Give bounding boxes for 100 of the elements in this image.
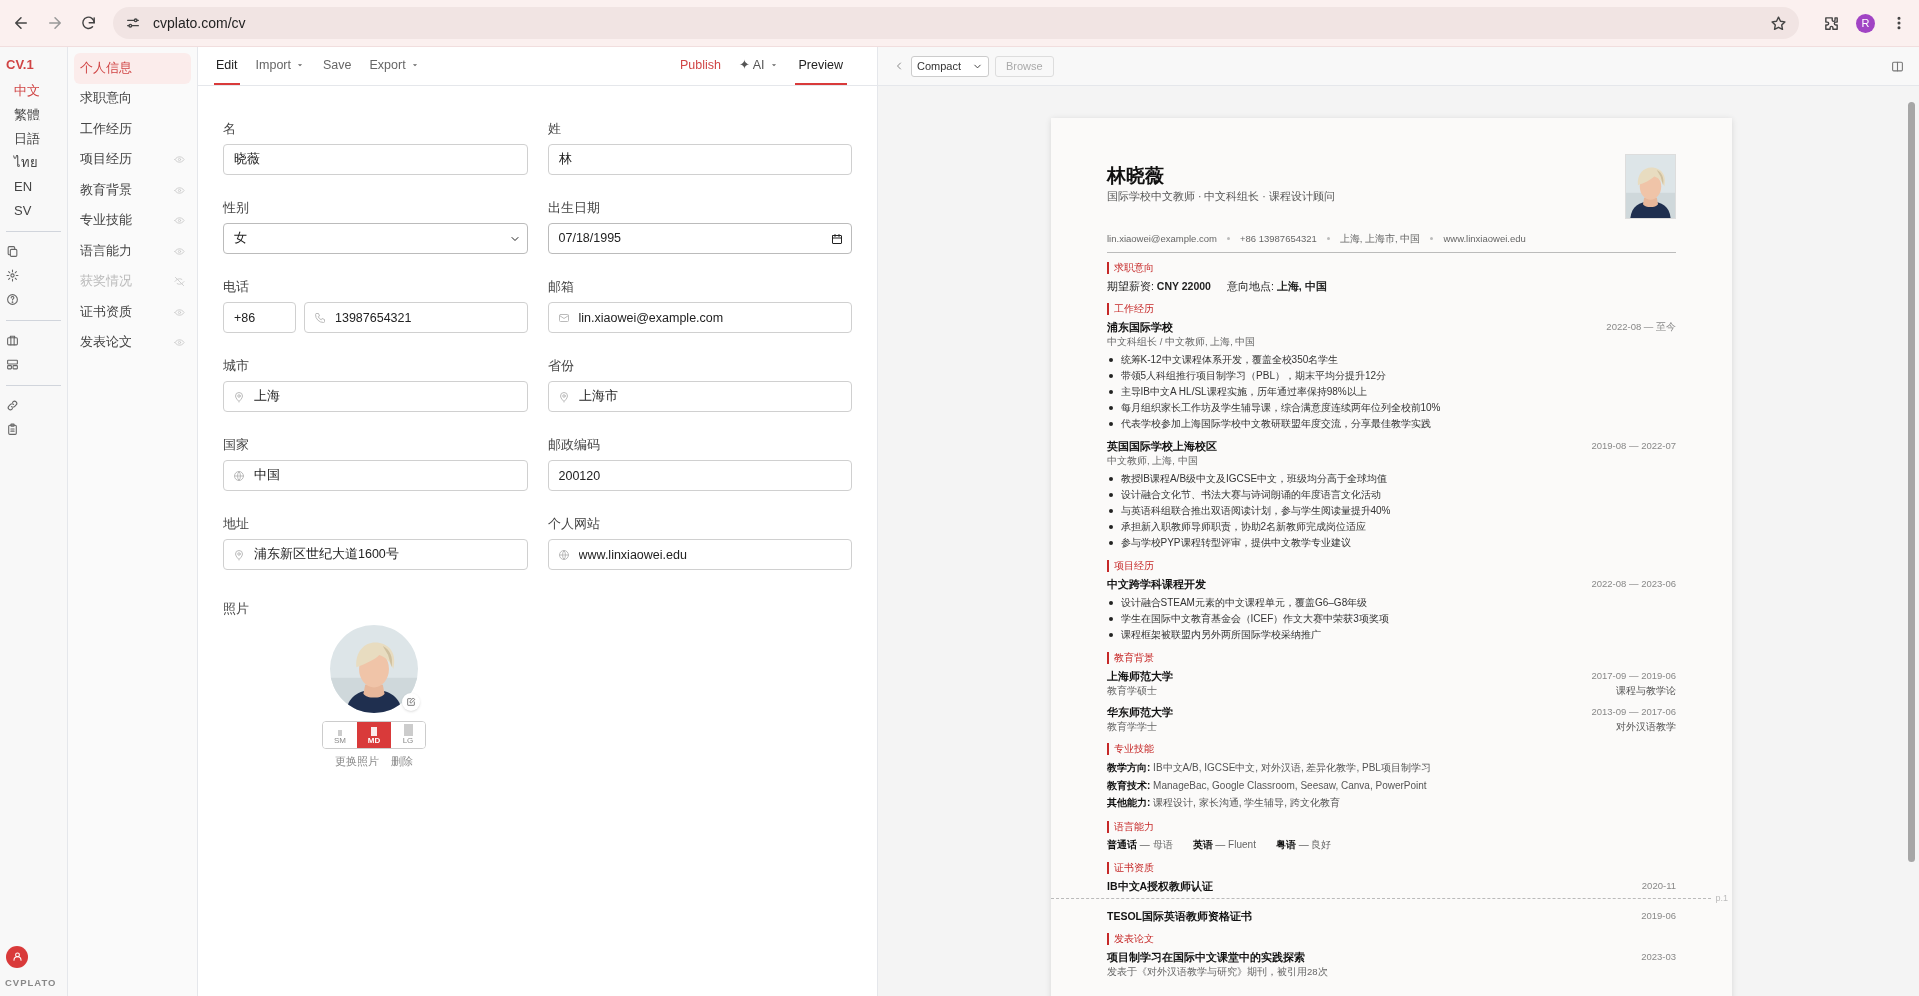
photo-size-option[interactable]: MD — [357, 721, 391, 748]
bookmark-star-icon[interactable] — [1770, 14, 1787, 32]
section-heading: 专业技能 — [1107, 743, 1676, 755]
calendar-icon[interactable] — [831, 232, 843, 245]
ai-menu-button[interactable]: ✦ AI — [736, 47, 781, 85]
section-item[interactable]: 求职意向 — [74, 83, 191, 114]
entry-note: 对外汉语教学 — [1616, 720, 1676, 734]
help-icon[interactable] — [6, 293, 19, 306]
profile-avatar[interactable]: R — [1856, 13, 1875, 33]
resume-name: 林晓薇 — [1107, 164, 1165, 188]
reload-icon[interactable] — [80, 14, 97, 32]
resume-subtitle: 国际学校中文教师 · 中文科组长 · 课程设计顾问 — [1107, 189, 1336, 204]
section-heading: 项目经历 — [1107, 560, 1676, 572]
field-label: 邮政编码 — [547, 437, 601, 452]
entry-title: TESOL国际英语教师资格证书 — [1107, 908, 1252, 924]
back-icon[interactable] — [12, 14, 30, 32]
skill-line: 教育技术: ManageBac, Google Classroom, Seesaw, Canva, PowerPoint — [1107, 778, 1428, 793]
field-label: 省份 — [547, 358, 575, 373]
input-field[interactable]: 浦东新区世纪大道1600号 — [223, 539, 528, 570]
edit-icon — [406, 696, 416, 707]
bullet-text: 课程框架被联盟内另外两所国际学校采纳推广 — [1120, 628, 1321, 642]
section-heading: 证书资质 — [1107, 861, 1676, 874]
contact-item: 上海, 上海市, 中国 — [1339, 231, 1421, 246]
entry-title: 项目制学习在国际中文课堂中的实践探索 — [1107, 949, 1305, 965]
template-select[interactable]: Compact — [911, 55, 989, 77]
input-field[interactable]: 晓薇 — [223, 144, 528, 175]
clipboard-icon[interactable] — [6, 423, 19, 436]
preview-tab[interactable]: Preview — [794, 47, 847, 85]
field-label: 地址 — [223, 516, 250, 531]
select-field[interactable]: 女 — [223, 223, 528, 254]
bullet-text: 代表学校参加上海国际学校中文教研联盟年度交流，分享最佳教学实践 — [1120, 417, 1431, 431]
photo-action-link[interactable]: 删除 — [391, 753, 413, 770]
entry-subtitle: 中文教师, 上海, 中国 — [1107, 454, 1198, 468]
extensions-icon[interactable] — [1823, 14, 1840, 32]
language-item[interactable]: ไทย — [0, 150, 67, 175]
address-bar[interactable]: cvplato.com/cv — [113, 7, 1799, 39]
entry-title: IB中文A授权教师认证 — [1107, 878, 1214, 894]
input-field[interactable]: 200120 — [547, 460, 852, 491]
input-field[interactable]: 中国 — [223, 460, 528, 491]
field-label: 个人网站 — [547, 516, 601, 531]
input-field[interactable]: 上海市 — [547, 381, 852, 412]
date-field[interactable]: 07/18/1995 — [547, 223, 852, 254]
entry-title: 华东师范大学 — [1107, 705, 1173, 720]
skill-line: 其他能力: 课程设计, 家长沟通, 学生辅导, 跨文化教育 — [1107, 796, 1341, 810]
toolbar-tab[interactable]: Import — [253, 47, 307, 85]
entry-date: 2022-08 — 2023-06 — [1591, 577, 1676, 591]
scrollbar[interactable] — [1908, 102, 1915, 862]
toolbar-tab[interactable]: Edit — [214, 47, 240, 85]
section-item[interactable]: 项目经历 — [74, 144, 191, 175]
section-item[interactable]: 个人信息 — [74, 53, 191, 84]
copy-icon[interactable] — [6, 245, 19, 258]
site-settings-icon[interactable] — [125, 15, 141, 31]
layout-icon[interactable] — [6, 358, 19, 371]
entry-title: 中文跨学科课程开发 — [1107, 577, 1206, 592]
field-label: 出生日期 — [547, 200, 601, 215]
toolbar-tab[interactable]: Export — [367, 47, 422, 85]
entry-date: 2019-08 — 2022-07 — [1591, 439, 1676, 453]
language-item[interactable]: 日語 — [0, 126, 67, 151]
section-item[interactable]: 专业技能 — [74, 205, 191, 236]
section-item[interactable]: 发表论文 — [74, 327, 191, 358]
country-code-field[interactable]: +86 — [223, 302, 296, 333]
input-field[interactable]: 林 — [547, 144, 852, 175]
input-field[interactable]: 上海 — [223, 381, 528, 412]
settings-icon[interactable] — [6, 269, 19, 282]
edit-photo-button[interactable] — [402, 692, 420, 711]
split-panel-icon[interactable] — [1891, 59, 1904, 73]
language-item[interactable]: SV — [0, 198, 67, 223]
skill-line: 教学方向: IB中文A/B, IGCSE中文, 对外汉语, 差异化教学, PBL项目制学习 — [1107, 761, 1432, 775]
bullet-text: 教授IB课程A/B级中文及IGCSE中文，班级均分高于全球均值 — [1120, 472, 1388, 486]
entry-subtitle: 教育学学士 — [1107, 720, 1157, 734]
publish-button[interactable]: Publish — [677, 47, 723, 85]
bullet-text: 统筹K-12中文课程体系开发，覆盖全校350名学生 — [1120, 353, 1339, 367]
field-label: 城市 — [223, 358, 250, 373]
entry-subtitle: 中文科组长 / 中文教师, 上海, 中国 — [1107, 335, 1256, 349]
language-item[interactable]: 繁體 — [0, 102, 67, 127]
language-item[interactable]: 中文 — [0, 78, 67, 103]
bullet-text: 每月组织家长工作坊及学生辅导课，综合满意度连续两年位列全校前10% — [1120, 401, 1441, 415]
field-label: 姓 — [547, 121, 562, 136]
section-heading: 求职意向 — [1107, 262, 1676, 274]
language-item[interactable]: EN — [0, 174, 67, 199]
section-item[interactable]: 教育背景 — [74, 175, 191, 206]
entry-date: 2017-09 — 2019-06 — [1591, 669, 1676, 683]
section-item[interactable]: 工作经历 — [74, 114, 191, 145]
section-item[interactable]: 语言能力 — [74, 236, 191, 267]
forward-icon[interactable] — [46, 14, 64, 32]
url-text: cvplato.com/cv — [153, 13, 247, 33]
account-button[interactable] — [6, 945, 28, 968]
briefcase-icon[interactable] — [6, 334, 19, 347]
toolbar-tab[interactable]: Save — [321, 47, 354, 85]
contact-item: www.linxiaowei.edu — [1443, 231, 1526, 246]
bullet-text: 带领5人科组推行项目制学习（PBL），期末平均分提升12分 — [1120, 369, 1387, 383]
input-field[interactable]: lin.xiaowei@example.com — [547, 302, 852, 333]
link-icon[interactable] — [6, 399, 19, 412]
contact-item: +86 13987654321 — [1239, 231, 1317, 246]
input-field[interactable]: www.linxiaowei.edu — [547, 539, 852, 570]
photo-action-link[interactable]: 更换照片 — [335, 753, 379, 770]
phone-field[interactable]: 13987654321 — [304, 302, 528, 333]
section-item[interactable]: 证书资质 — [74, 297, 191, 328]
language-entry: 普通话 — 母语 — [1107, 837, 1173, 852]
section-heading: 语言能力 — [1107, 820, 1676, 833]
